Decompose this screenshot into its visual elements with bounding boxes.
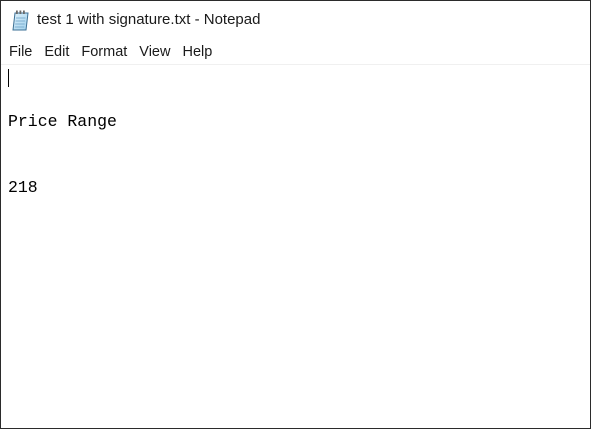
editor-line: 218 (8, 178, 38, 197)
text-caret (8, 69, 9, 87)
menu-format[interactable]: Format (75, 41, 133, 63)
title-bar[interactable]: test 1 with signature.txt - Notepad (1, 1, 590, 39)
menu-edit[interactable]: Edit (38, 41, 75, 63)
editor-line: Price Range (8, 112, 117, 131)
notepad-icon (11, 10, 31, 31)
menu-help[interactable]: Help (176, 41, 218, 63)
text-editor[interactable]: Price Range 218 (1, 65, 590, 428)
menu-bar: File Edit Format View Help (1, 41, 590, 63)
window-title: test 1 with signature.txt - Notepad (37, 11, 261, 28)
menu-file[interactable]: File (1, 41, 38, 63)
menu-view[interactable]: View (133, 41, 176, 63)
notepad-window: test 1 with signature.txt - Notepad File… (0, 0, 591, 429)
editor-content: Price Range 218 (8, 67, 117, 243)
